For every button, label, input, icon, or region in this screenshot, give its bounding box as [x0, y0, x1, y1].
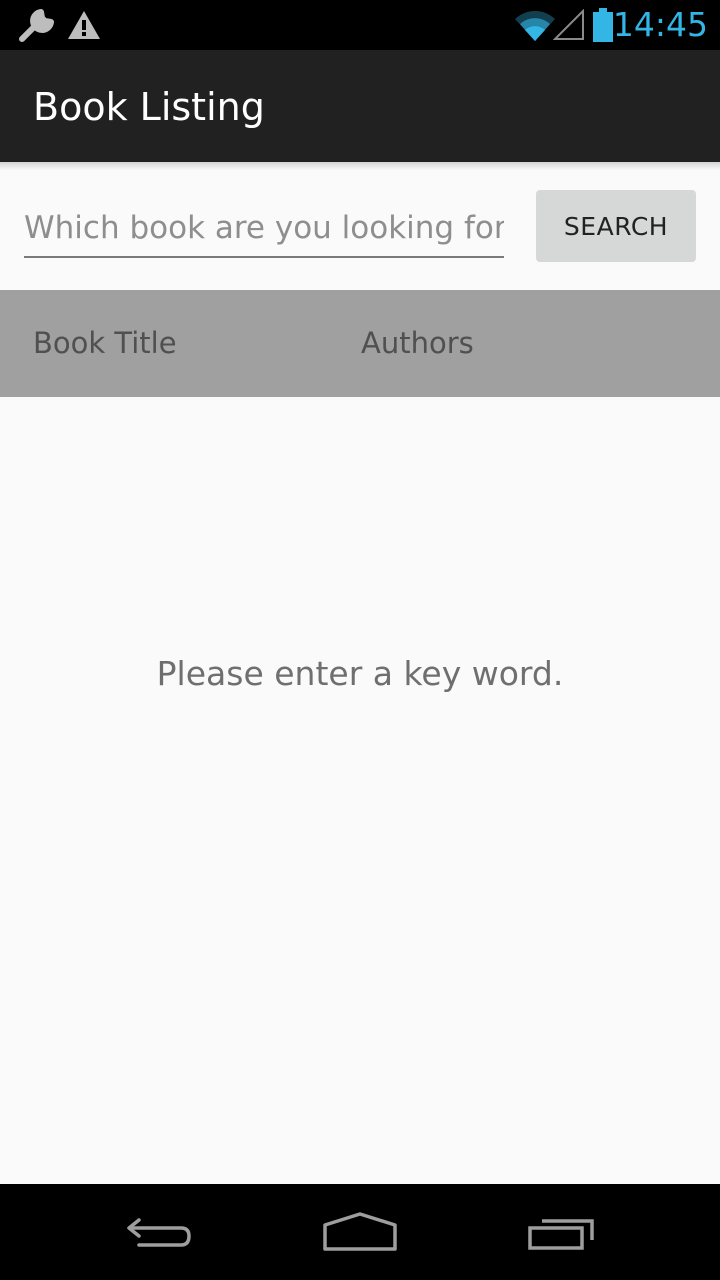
- signal-icon: [553, 9, 584, 40]
- wifi-icon: [515, 10, 555, 41]
- action-bar-shadow: [0, 162, 720, 170]
- battery-icon: [593, 8, 613, 42]
- home-button[interactable]: [290, 1184, 430, 1280]
- status-bar: 14:45: [0, 0, 720, 50]
- recent-apps-button[interactable]: [492, 1184, 632, 1280]
- action-bar: Book Listing: [0, 50, 720, 162]
- home-icon: [323, 1212, 397, 1251]
- column-header-book-title: Book Title: [33, 326, 177, 360]
- search-button[interactable]: SEARCH: [536, 190, 696, 262]
- search-input[interactable]: [24, 200, 504, 256]
- back-button[interactable]: [90, 1184, 230, 1280]
- app-title: Book Listing: [33, 85, 265, 129]
- clock: 14:45: [612, 5, 708, 44]
- search-field[interactable]: [24, 200, 504, 258]
- empty-state-message: Please enter a key word.: [156, 654, 564, 693]
- column-header-authors: Authors: [361, 326, 474, 360]
- table-header: Book Title Authors: [0, 290, 720, 397]
- back-icon: [127, 1218, 191, 1247]
- navigation-bar: [0, 1184, 720, 1280]
- recent-apps-icon: [528, 1219, 594, 1250]
- warning-icon: [68, 11, 100, 39]
- wrench-icon: [19, 9, 54, 42]
